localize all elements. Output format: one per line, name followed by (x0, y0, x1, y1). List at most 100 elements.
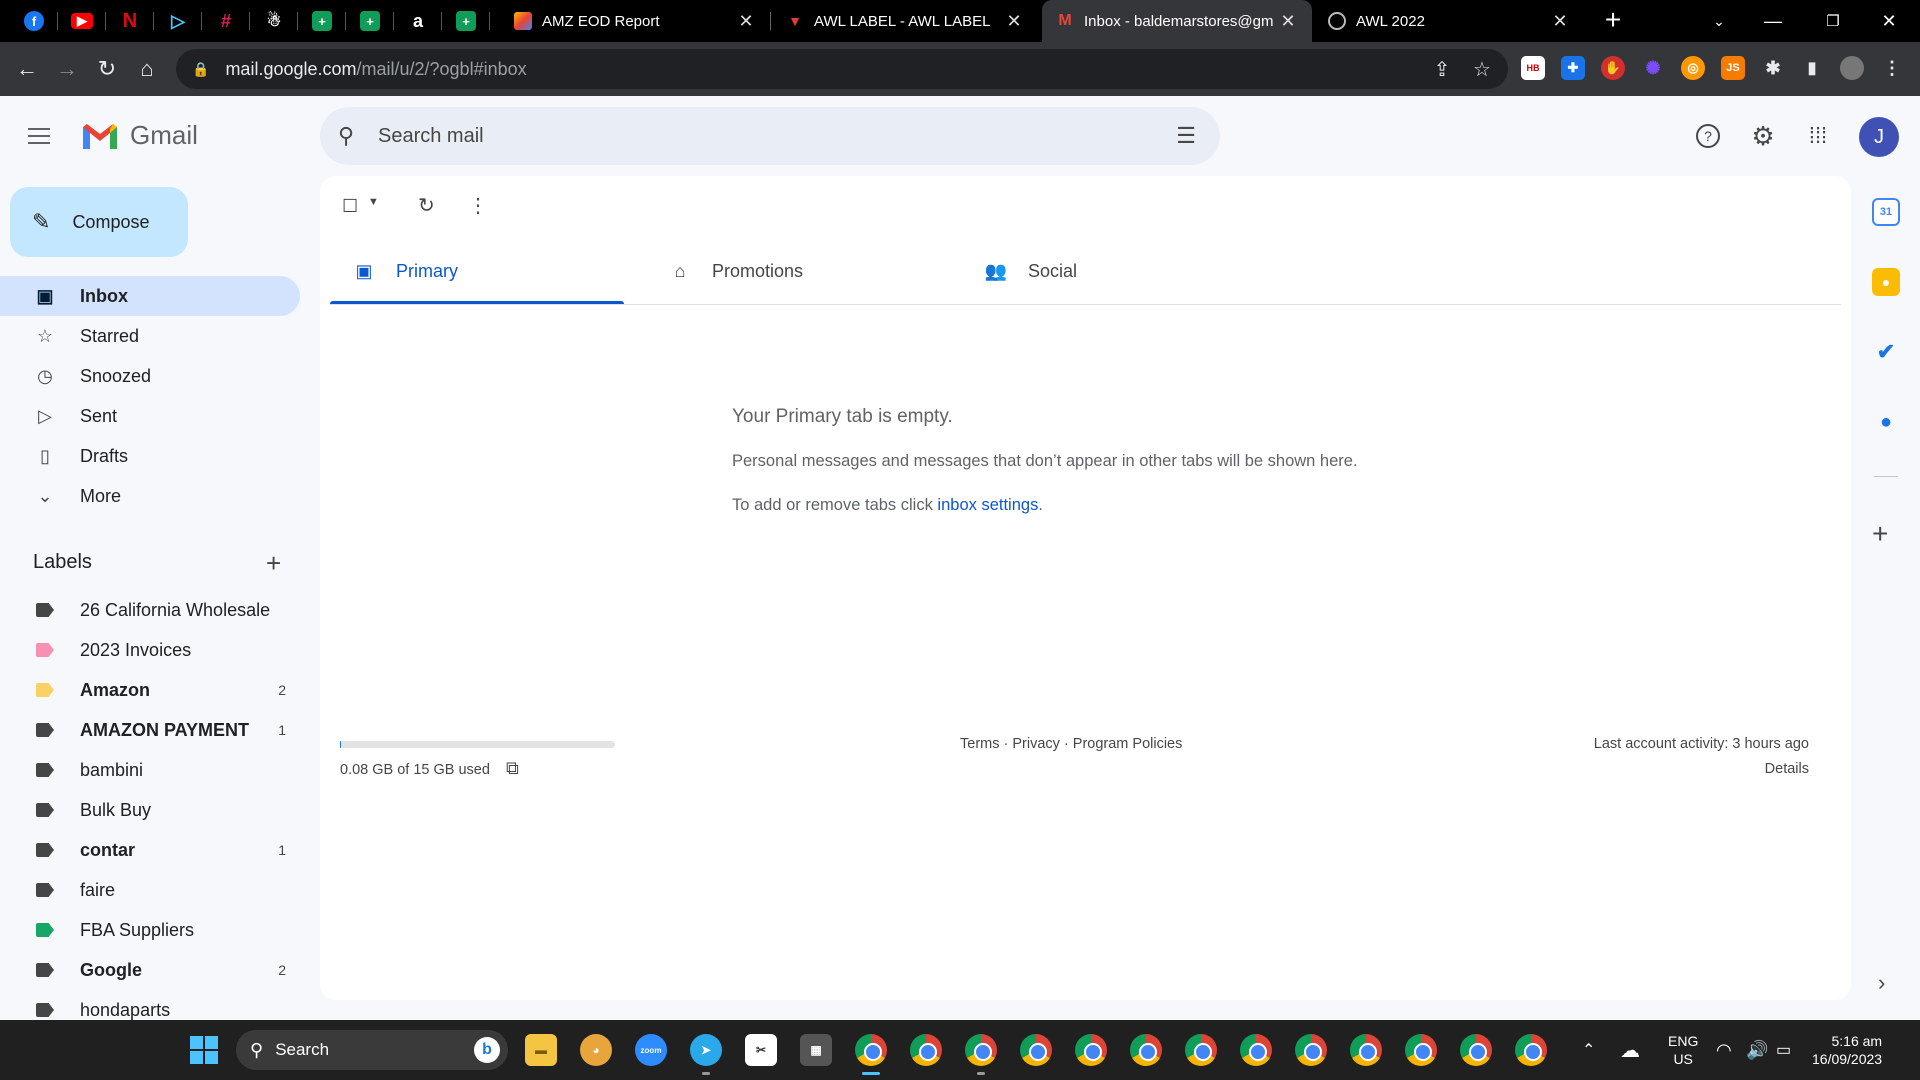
search-options-icon[interactable]: ☰ (1176, 123, 1196, 149)
label-item[interactable]: contar 1 (0, 830, 300, 870)
address-bar[interactable]: 🔒 mail.google.com/mail/u/2/?ogbl#inbox ⇪… (176, 49, 1508, 89)
pinned-tab-sheets-2[interactable]: + (346, 0, 394, 42)
chrome-icon[interactable] (855, 1034, 887, 1066)
apps-grid-icon[interactable]: ⁞⁞⁞ (1800, 118, 1836, 154)
gmail-logo[interactable]: Gmail (80, 120, 198, 151)
tab-primary[interactable]: ▣ Primary (330, 238, 624, 304)
label-item[interactable]: 2023 Invoices (0, 630, 300, 670)
pinned-tab-slack[interactable]: # (202, 0, 250, 42)
forward-icon[interactable]: → (52, 54, 82, 84)
telegram-icon[interactable]: ➤ (690, 1034, 722, 1066)
chrome-icon[interactable] (1020, 1034, 1052, 1066)
chrome-icon[interactable] (1460, 1034, 1492, 1066)
search-input[interactable] (378, 124, 1138, 148)
reload-icon[interactable]: ↻ (92, 54, 122, 84)
search-icon[interactable]: ⚲ (338, 123, 364, 149)
label-item[interactable]: Bulk Buy (0, 790, 300, 830)
extension-icon[interactable]: HB (1521, 56, 1545, 80)
restore-button[interactable]: ❐ (1810, 0, 1856, 42)
chrome-icon[interactable] (1075, 1034, 1107, 1066)
keep-icon[interactable]: ● (1872, 268, 1900, 296)
bing-icon[interactable]: b (474, 1037, 500, 1063)
close-window-button[interactable]: ✕ (1866, 0, 1912, 42)
nav-item-sent[interactable]: ▷ Sent (0, 396, 300, 436)
volume-icon[interactable]: 🔊 (1746, 1020, 1768, 1080)
tab-promotions[interactable]: ⌂ Promotions (646, 238, 940, 304)
zoom-icon[interactable]: zoom (635, 1034, 667, 1066)
pinned-tab-youtube[interactable]: ▶ (58, 0, 106, 42)
pinned-tab-netflix[interactable]: N (106, 0, 154, 42)
tab-amz-eod-report[interactable]: AMZ EOD Report ✕ (500, 0, 770, 42)
extensions-puzzle-icon[interactable]: ✱ (1761, 56, 1785, 80)
more-options-icon[interactable]: ⋮ (468, 193, 488, 218)
home-icon[interactable]: ⌂ (132, 54, 162, 84)
label-item[interactable]: FBA Suppliers (0, 910, 300, 950)
chrome-icon[interactable] (910, 1034, 942, 1066)
profile-avatar[interactable] (1840, 56, 1864, 80)
chrome-icon[interactable] (1185, 1034, 1217, 1066)
details-link[interactable]: Details (1765, 761, 1809, 777)
tab-search-icon[interactable]: ⌄ (1696, 0, 1742, 42)
nav-item-snoozed[interactable]: ◷ Snoozed (0, 356, 300, 396)
side-panel-icon[interactable]: ▮ (1800, 56, 1824, 80)
close-icon[interactable]: ✕ (1004, 11, 1024, 32)
tab-social[interactable]: 👥 Social (962, 238, 1256, 304)
close-icon[interactable]: ✕ (736, 11, 756, 32)
pinned-tab-sheets-3[interactable]: + (442, 0, 490, 42)
account-avatar[interactable]: J (1859, 117, 1899, 157)
compose-button[interactable]: ✎ Compose (10, 187, 188, 257)
language-indicator[interactable]: ENG US (1668, 1032, 1698, 1068)
system-clock[interactable]: 5:16 am 16/09/2023 (1812, 1032, 1882, 1068)
pinned-tab-facebook[interactable]: f (10, 0, 58, 42)
close-icon[interactable]: ✕ (1278, 11, 1298, 32)
nav-item-starred[interactable]: ☆ Starred (0, 316, 300, 356)
extension-icon[interactable]: ✺ (1641, 56, 1665, 80)
show-hidden-icons[interactable]: ⌃ (1582, 1020, 1595, 1080)
file-explorer-icon[interactable]: ▬ (525, 1034, 557, 1066)
battery-icon[interactable]: ▭ (1776, 1020, 1791, 1080)
nav-item-inbox[interactable]: ▣ Inbox (0, 276, 300, 316)
label-item[interactable]: 26 California Wholesale (0, 590, 300, 630)
taskbar-search[interactable]: ⚲ Search b (236, 1030, 508, 1070)
tab-gmail-inbox[interactable]: M Inbox - baldemarstores@gm ✕ (1042, 0, 1312, 42)
label-item[interactable]: bambini (0, 750, 300, 790)
refresh-icon[interactable]: ↻ (418, 193, 435, 218)
extension-icon[interactable]: JS (1721, 56, 1745, 80)
settings-gear-icon[interactable]: ⚙ (1745, 118, 1781, 154)
help-icon[interactable]: ? (1690, 118, 1726, 154)
menu-kebab-icon[interactable]: ⋮ (1880, 56, 1904, 80)
inbox-settings-link[interactable]: inbox settings (937, 496, 1038, 514)
label-item[interactable]: faire (0, 870, 300, 910)
chrome-icon[interactable] (1130, 1034, 1162, 1066)
contacts-icon[interactable]: ● (1872, 408, 1900, 436)
chrome-icon[interactable] (1515, 1034, 1547, 1066)
pinned-tab-sheets-1[interactable]: + (298, 0, 346, 42)
chrome-icon[interactable] (1405, 1034, 1437, 1066)
chrome-icon[interactable] (965, 1034, 997, 1066)
extension-icon[interactable]: ◎ (1681, 56, 1705, 80)
chrome-icon[interactable] (1350, 1034, 1382, 1066)
pinned-tab-snapchat[interactable]: ☃ (250, 0, 298, 42)
pinned-tab-play[interactable]: ▷ (154, 0, 202, 42)
nav-item-drafts[interactable]: ▯ Drafts (0, 436, 300, 476)
windows-start-icon[interactable] (190, 1036, 218, 1064)
tab-awl-label[interactable]: ▼ AWL LABEL - AWL LABEL ✕ (772, 0, 1038, 42)
main-menu-icon[interactable] (28, 120, 60, 152)
close-icon[interactable]: ✕ (1550, 11, 1570, 32)
select-checkbox[interactable]: ☐ (342, 196, 358, 217)
open-external-icon[interactable]: ⧉ (506, 758, 519, 779)
nav-item-more[interactable]: ⌄ More (0, 476, 300, 516)
app-icon[interactable]: ◕ (580, 1034, 612, 1066)
share-icon[interactable]: ⇪ (1429, 57, 1455, 83)
snipping-tool-icon[interactable]: ✂ (745, 1034, 777, 1066)
calculator-icon[interactable]: ▦ (800, 1034, 832, 1066)
label-item[interactable]: AMAZON PAYMENT 1 (0, 710, 300, 750)
onedrive-cloud-icon[interactable]: ☁ (1620, 1020, 1640, 1080)
get-addons-icon[interactable]: + (1872, 518, 1888, 550)
bookmark-star-icon[interactable]: ☆ (1469, 57, 1495, 83)
new-tab-button[interactable]: + (1598, 6, 1628, 36)
extension-icon[interactable]: ✚ (1561, 56, 1585, 80)
tasks-icon[interactable]: ✔ (1872, 338, 1900, 366)
footer-links[interactable]: Terms · Privacy · Program Policies (960, 736, 1182, 752)
extension-icon[interactable]: ✋ (1601, 56, 1625, 80)
